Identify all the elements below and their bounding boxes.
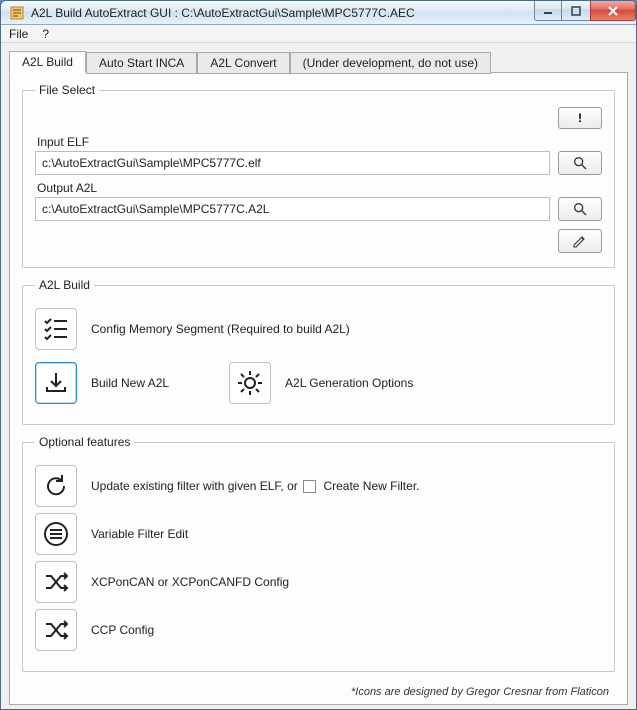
pencil-icon: [572, 233, 588, 249]
download-icon: [42, 369, 70, 397]
maximize-button[interactable]: [561, 1, 591, 21]
shuffle-icon: [42, 568, 70, 596]
xcp-config-button[interactable]: [35, 561, 77, 603]
minimize-icon: [543, 6, 553, 16]
generation-options-label: A2L Generation Options: [285, 376, 413, 390]
client-area: A2L Build Auto Start INCA A2L Convert (U…: [1, 43, 636, 709]
create-new-filter-checkbox[interactable]: [303, 480, 316, 493]
tab-under-development[interactable]: (Under development, do not use): [290, 52, 491, 74]
search-icon: [572, 201, 588, 217]
output-a2l-field[interactable]: [35, 197, 550, 221]
app-icon: [9, 5, 25, 21]
output-a2l-label: Output A2L: [37, 181, 602, 195]
browse-input-elf-button[interactable]: [558, 151, 602, 175]
footer-credit: *Icons are designed by Gregor Cresnar fr…: [22, 682, 615, 698]
app-window: A2L Build AutoExtract GUI : C:\AutoExtra…: [0, 0, 637, 710]
search-icon: [572, 155, 588, 171]
menu-file[interactable]: File: [9, 27, 28, 41]
edit-output-button[interactable]: [558, 229, 602, 253]
maximize-icon: [571, 6, 581, 16]
tab-auto-start-inca[interactable]: Auto Start INCA: [86, 52, 197, 74]
config-memory-label: Config Memory Segment (Required to build…: [91, 322, 350, 336]
shuffle-icon: [42, 616, 70, 644]
update-filter-label: Update existing filter with given ELF, o…: [91, 479, 419, 493]
variable-filter-edit-button[interactable]: [35, 513, 77, 555]
menubar: File ?: [1, 25, 636, 43]
tab-page-a2l-build: File Select ! Input ELF: [9, 72, 628, 705]
close-button[interactable]: [590, 1, 636, 21]
optional-features-legend: Optional features: [35, 435, 134, 449]
warning-icon: !: [578, 111, 582, 125]
minimize-button[interactable]: [534, 1, 562, 21]
gear-icon: [236, 369, 264, 397]
build-new-a2l-button[interactable]: [35, 362, 77, 404]
ccp-config-label: CCP Config: [91, 623, 154, 637]
window-buttons: [535, 1, 636, 21]
generation-options-button[interactable]: [229, 362, 271, 404]
a2l-build-legend: A2L Build: [35, 278, 94, 292]
list-icon: [42, 520, 70, 548]
build-new-a2l-label: Build New A2L: [91, 376, 169, 390]
close-icon: [607, 5, 619, 17]
input-elf-label: Input ELF: [37, 135, 602, 149]
titlebar[interactable]: A2L Build AutoExtract GUI : C:\AutoExtra…: [1, 1, 636, 25]
refresh-icon: [42, 472, 70, 500]
create-new-filter-label: Create New Filter.: [323, 479, 419, 493]
update-filter-text-prefix: Update existing filter with given ELF, o…: [91, 479, 298, 493]
ccp-config-button[interactable]: [35, 609, 77, 651]
config-memory-button[interactable]: [35, 308, 77, 350]
variable-filter-edit-label: Variable Filter Edit: [91, 527, 188, 541]
file-select-legend: File Select: [35, 83, 99, 97]
update-filter-button[interactable]: [35, 465, 77, 507]
browse-output-a2l-button[interactable]: [558, 197, 602, 221]
file-select-group: File Select ! Input ELF: [22, 83, 615, 268]
warning-button[interactable]: !: [558, 107, 602, 129]
xcp-config-label: XCPonCAN or XCPonCANFD Config: [91, 575, 289, 589]
tab-strip: A2L Build Auto Start INCA A2L Convert (U…: [9, 49, 628, 73]
menu-help[interactable]: ?: [42, 27, 49, 41]
checklist-icon: [42, 315, 70, 343]
tab-a2l-convert[interactable]: A2L Convert: [197, 52, 289, 74]
input-elf-field[interactable]: [35, 151, 550, 175]
tab-a2l-build[interactable]: A2L Build: [9, 51, 86, 73]
optional-features-group: Optional features Update existing filter…: [22, 435, 615, 672]
a2l-build-group: A2L Build Config Memory Segment (Require…: [22, 278, 615, 425]
